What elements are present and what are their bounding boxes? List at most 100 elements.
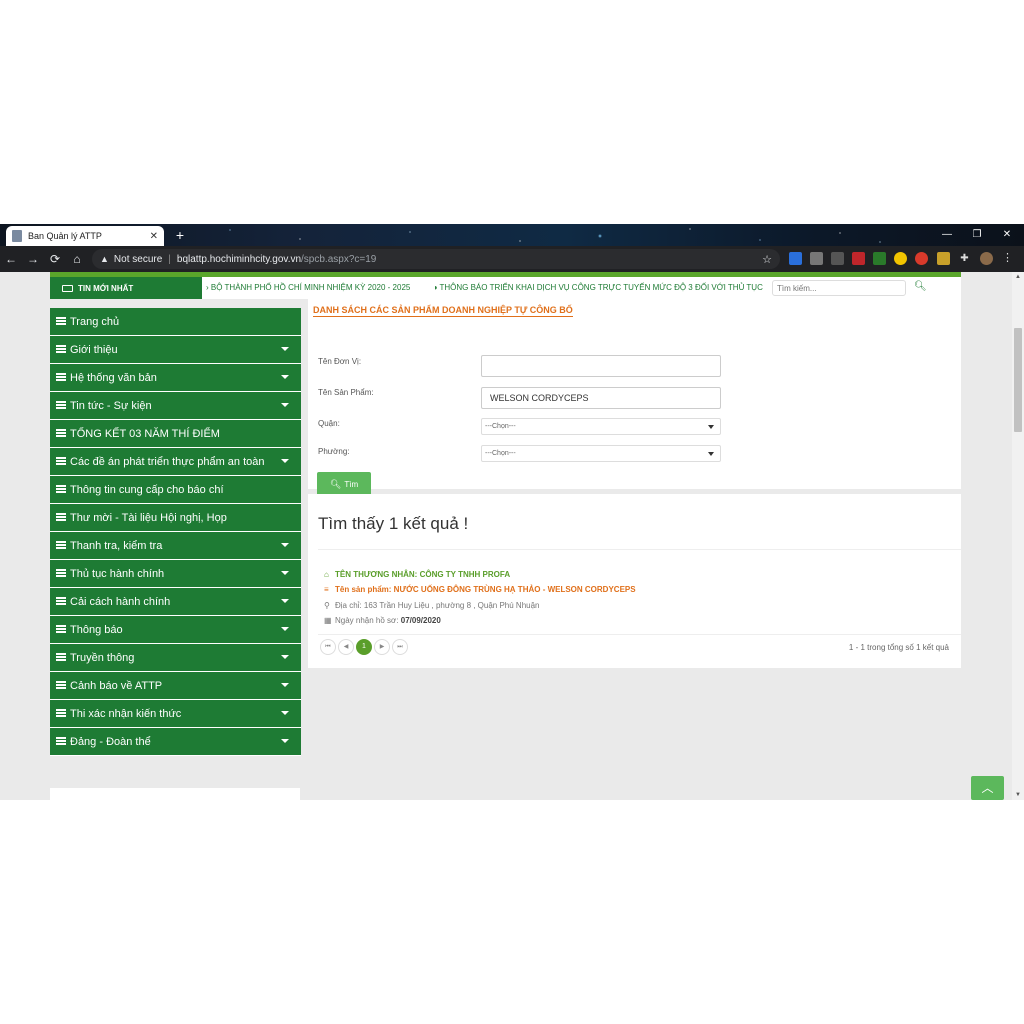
close-tab-icon[interactable]: ✕ — [150, 231, 158, 242]
sidebar-item-news[interactable]: Tin tức - Sự kiện — [50, 392, 301, 420]
list-icon — [56, 569, 66, 578]
caret-down-icon — [281, 683, 289, 687]
news-label: TIN MỚI NHẤT — [50, 277, 202, 299]
minimize-icon[interactable]: — — [932, 224, 962, 246]
menu-icon[interactable]: ⋮ — [1001, 252, 1014, 265]
product-label: Tên Sản Phẩm: — [318, 388, 374, 397]
puzzle-icon[interactable]: ✚ — [958, 252, 971, 265]
caret-down-icon — [281, 403, 289, 407]
avatar[interactable] — [980, 252, 993, 265]
web-page: TIN MỚI NHẤT › BỘ THÀNH PHỐ HỒ CHÍ MINH … — [0, 272, 1012, 800]
scroll-up-icon[interactable]: ▲ — [1012, 272, 1024, 282]
page-icon — [12, 230, 22, 242]
sidebar-item-party[interactable]: Đảng - Đoàn thể — [50, 728, 301, 756]
sidebar-item-reform[interactable]: Cải cách hành chính — [50, 588, 301, 616]
search-icon[interactable]: 🔍︎ — [914, 281, 927, 292]
restore-icon[interactable]: ❐ — [962, 224, 992, 246]
scrollbar[interactable]: ▲ ▼ — [1012, 272, 1024, 800]
tab-strip: Ban Quản lý ATTP ✕ + — ❐ ✕ — [0, 224, 1024, 246]
unit-input[interactable] — [481, 355, 721, 377]
list-icon — [56, 345, 66, 354]
next-page-icon[interactable]: ▶ — [374, 639, 390, 655]
news-bar: TIN MỚI NHẤT › BỘ THÀNH PHỐ HỒ CHÍ MINH … — [50, 277, 961, 299]
adblock-icon[interactable] — [852, 252, 865, 265]
sidebar-item-procedures[interactable]: Thủ tục hành chính — [50, 560, 301, 588]
results-title: Tìm thấy 1 kết quả ! — [318, 514, 469, 533]
sidebar-item-media[interactable]: Truyền thông — [50, 644, 301, 672]
address-bar[interactable]: ▲ Not secure | bqlattp.hochiminhcity.gov… — [92, 249, 780, 269]
last-page-icon[interactable]: ⏭ — [392, 639, 408, 655]
back-icon[interactable]: ← — [0, 252, 22, 266]
result-merchant[interactable]: ⌂ TÊN THƯƠNG NHÂN: CÔNG TY TNHH PROFA — [324, 570, 510, 579]
news-ticker[interactable]: › BỘ THÀNH PHỐ HỒ CHÍ MINH NHIỆM KỲ 2020… — [206, 277, 766, 299]
extension-icon[interactable] — [810, 252, 823, 265]
caret-down-icon — [281, 655, 289, 659]
prev-page-icon[interactable]: ◀ — [338, 639, 354, 655]
list-icon — [56, 541, 66, 550]
list-icon — [56, 485, 66, 494]
caret-down-icon — [281, 347, 289, 351]
page-title: DANH SÁCH CÁC SẢN PHẨM DOANH NGHIỆP TỰ C… — [313, 305, 573, 317]
list-icon — [56, 709, 66, 718]
caret-down-icon — [281, 375, 289, 379]
product-input[interactable]: WELSON CORDYCEPS — [481, 387, 721, 409]
district-select[interactable]: ---Chọn--- — [481, 418, 721, 435]
first-page-icon[interactable]: ⏮ — [320, 639, 336, 655]
reload-icon[interactable]: ⟳ — [44, 252, 66, 266]
url-path: /spcb.aspx?c=19 — [301, 253, 377, 265]
calendar-icon: ▦ — [324, 616, 332, 625]
caret-down-icon — [281, 459, 289, 463]
sidebar-widget — [50, 788, 300, 800]
extension-icon[interactable] — [915, 252, 928, 265]
sidebar-item-exam[interactable]: Thi xác nhận kiến thức — [50, 700, 301, 728]
sidebar-item-about[interactable]: Giới thiệu — [50, 336, 301, 364]
sidebar-menu: Trang chủ Giới thiệu Hệ thống văn bản Ti… — [50, 308, 301, 756]
sidebar-item-invitations[interactable]: Thư mời - Tài liệu Hội nghị, Họp — [50, 504, 301, 532]
pager-info: 1 - 1 trong tổng số 1 kết quả — [848, 643, 949, 652]
scroll-thumb[interactable] — [1014, 328, 1022, 432]
site-search-input[interactable] — [772, 280, 906, 296]
home-icon: ⌂ — [324, 570, 329, 579]
caret-down-icon — [281, 711, 289, 715]
browser-toolbar: ← → ⟳ ⌂ ▲ Not secure | bqlattp.hochiminh… — [0, 246, 1024, 272]
news-item[interactable]: ◑ THÔNG BÁO TRIỂN KHAI DỊCH VỤ CÔNG TRỰC… — [433, 283, 763, 292]
sidebar-item-announcements[interactable]: Thông báo — [50, 616, 301, 644]
unit-label: Tên Đơn Vị: — [318, 357, 362, 366]
scroll-down-icon[interactable]: ▼ — [1012, 790, 1024, 800]
camera-extension-icon[interactable] — [831, 252, 844, 265]
bookmark-star-icon[interactable]: ☆ — [762, 253, 772, 266]
extension-icon[interactable] — [937, 252, 950, 265]
forward-icon[interactable]: → — [22, 252, 44, 266]
close-window-icon[interactable]: ✕ — [992, 224, 1022, 246]
search-icon: 🔍︎ — [329, 479, 342, 489]
pagination: ⏮ ◀ 1 ▶ ⏭ — [320, 639, 410, 655]
browser-tab[interactable]: Ban Quản lý ATTP ✕ — [6, 226, 164, 246]
list-icon — [56, 317, 66, 326]
sidebar-item-documents[interactable]: Hệ thống văn bản — [50, 364, 301, 392]
result-date: ▦ Ngày nhận hồ sơ: 07/09/2020 — [324, 616, 441, 625]
list-icon: ≡ — [324, 585, 329, 594]
dropdown-arrow-icon — [708, 425, 714, 429]
sidebar-item-projects[interactable]: Các đề án phát triển thực phẩm an toàn — [50, 448, 301, 476]
sidebar-item-summary[interactable]: TỔNG KẾT 03 NĂM THÍ ĐIỂM — [50, 420, 301, 448]
news-item[interactable]: › BỘ THÀNH PHỐ HỒ CHÍ MINH NHIỆM KỲ 2020… — [206, 283, 410, 292]
extension-icon[interactable] — [789, 252, 802, 265]
list-icon — [56, 457, 66, 466]
url-host: bqlattp.hochiminhcity.gov.vn — [176, 253, 302, 265]
ward-select[interactable]: ---Chọn--- — [481, 445, 721, 462]
caret-down-icon — [281, 627, 289, 631]
back-to-top-button[interactable]: ︿ — [971, 776, 1004, 800]
extension-icon[interactable] — [894, 252, 907, 265]
home-icon[interactable]: ⌂ — [66, 252, 88, 266]
sidebar-item-home[interactable]: Trang chủ — [50, 308, 301, 336]
result-product[interactable]: ≡ Tên sản phẩm: NƯỚC UỐNG ĐÔNG TRÙNG HẠ T… — [324, 585, 636, 594]
news-icon — [62, 284, 73, 292]
map-marker-icon: ⚲ — [324, 601, 330, 610]
sidebar-item-press[interactable]: Thông tin cung cấp cho báo chí — [50, 476, 301, 504]
extension-icon[interactable] — [873, 252, 886, 265]
sidebar-item-warnings[interactable]: Cảnh báo về ATTP — [50, 672, 301, 700]
new-tab-button[interactable]: + — [172, 227, 188, 243]
page-number[interactable]: 1 — [356, 639, 372, 655]
sidebar-item-inspection[interactable]: Thanh tra, kiểm tra — [50, 532, 301, 560]
list-icon — [56, 625, 66, 634]
